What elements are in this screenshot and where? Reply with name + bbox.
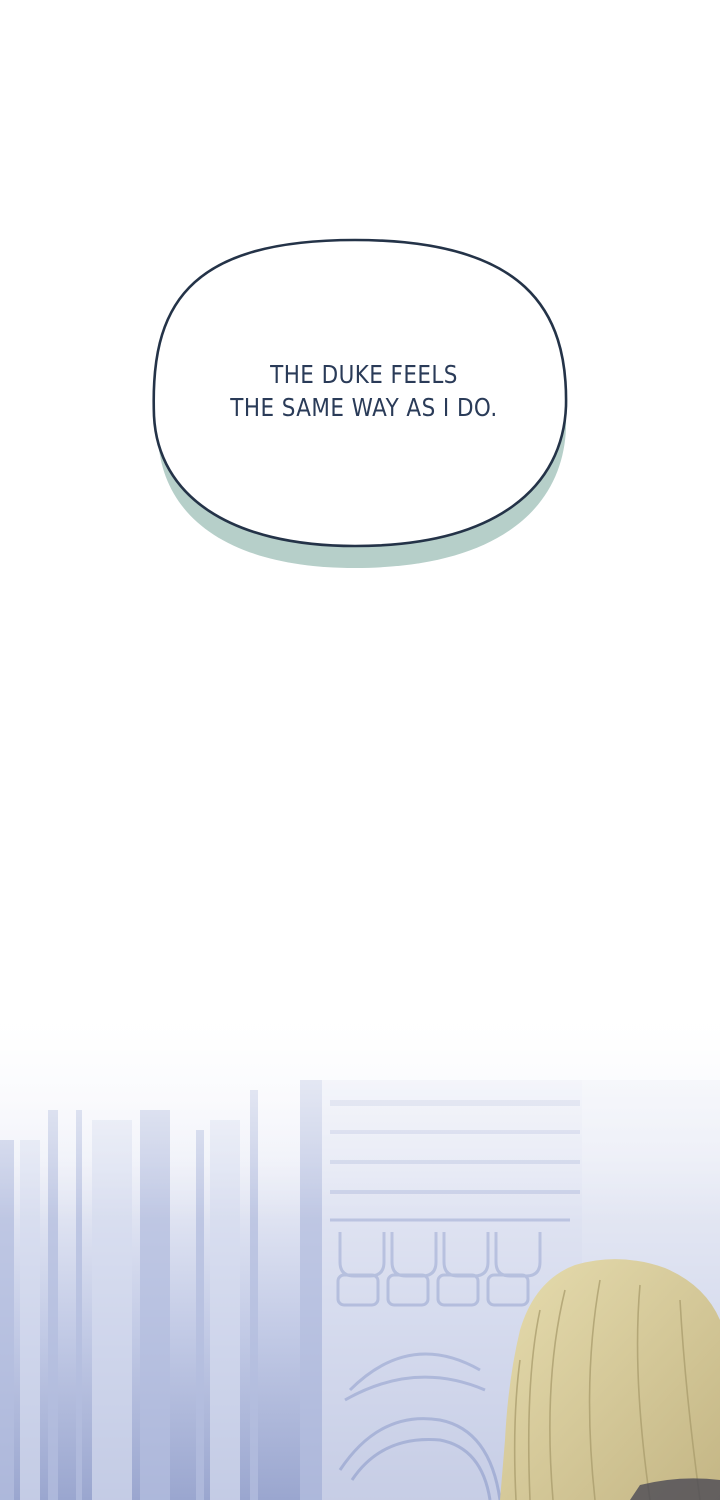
panel-artwork <box>0 238 720 1500</box>
dialogue-line: THE DUKE FEELS <box>270 360 458 389</box>
dialogue-line: THE SAME WAY AS I DO. <box>230 393 498 422</box>
comic-panel: THE DUKE FEELS THE SAME WAY AS I DO. <box>0 0 720 1500</box>
speech-bubble-text: THE DUKE FEELS THE SAME WAY AS I DO. <box>189 358 540 424</box>
